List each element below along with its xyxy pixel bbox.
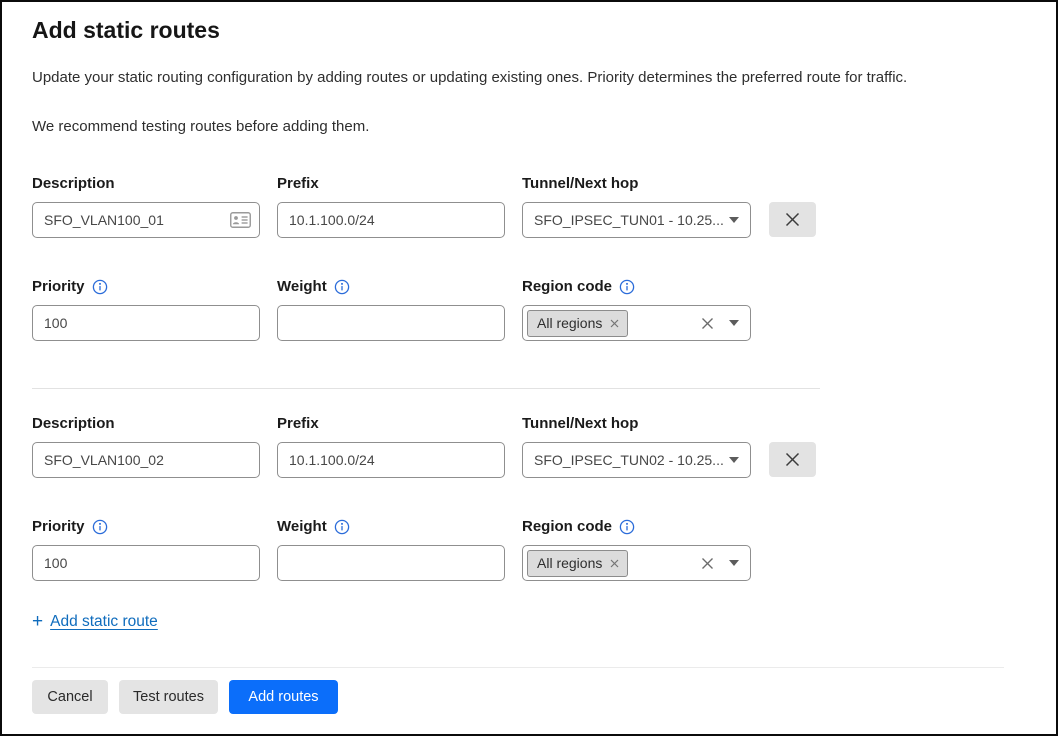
chevron-down-icon [729, 320, 739, 326]
priority-label: Priority [32, 278, 85, 296]
remove-route-button[interactable] [769, 442, 816, 477]
intro-text-2: We recommend testing routes before addin… [32, 117, 1026, 136]
footer-actions: Cancel Test routes Add routes [32, 680, 1056, 714]
region-label: Region code [522, 278, 612, 296]
contact-card-icon [230, 212, 251, 228]
clear-selection-icon[interactable] [701, 317, 714, 330]
prefix-label: Prefix [277, 415, 319, 433]
remove-route-button[interactable] [769, 202, 816, 237]
region-multiselect[interactable]: All regions [522, 305, 751, 341]
add-static-route-label: Add static route [50, 613, 158, 631]
priority-input[interactable] [32, 545, 260, 581]
chevron-down-icon [729, 560, 739, 566]
weight-field-group: Weight [277, 278, 505, 341]
page-title: Add static routes [32, 17, 1026, 44]
region-tag-label: All regions [537, 555, 602, 571]
test-routes-button[interactable]: Test routes [119, 680, 218, 714]
region-field-group: Region code All regions [522, 518, 751, 581]
region-tag-chip[interactable]: All regions [527, 310, 628, 337]
region-tag-label: All regions [537, 315, 602, 331]
cancel-button[interactable]: Cancel [32, 680, 108, 714]
info-icon[interactable] [619, 519, 635, 535]
prefix-field-group: Prefix [277, 175, 505, 238]
region-field-group: Region code All regions [522, 278, 751, 341]
description-field-group: Description [32, 415, 260, 478]
tunnel-select[interactable]: SFO_IPSEC_TUN01 - 10.25... [522, 202, 751, 238]
chevron-down-icon [729, 217, 739, 223]
plus-icon: + [32, 612, 43, 631]
close-icon [784, 211, 801, 228]
info-icon[interactable] [619, 279, 635, 295]
tunnel-label: Tunnel/Next hop [522, 175, 638, 193]
info-icon[interactable] [92, 279, 108, 295]
remove-tag-icon[interactable] [610, 559, 619, 568]
intro-text-1: Update your static routing configuration… [32, 68, 1026, 87]
tunnel-select-value: SFO_IPSEC_TUN01 - 10.25... [534, 212, 729, 228]
weight-input[interactable] [277, 545, 505, 581]
tunnel-label: Tunnel/Next hop [522, 415, 638, 433]
region-label: Region code [522, 518, 612, 536]
tunnel-field-group: Tunnel/Next hop SFO_IPSEC_TUN02 - 10.25.… [522, 415, 816, 478]
region-multiselect[interactable]: All regions [522, 545, 751, 581]
add-static-routes-dialog: Add static routes Update your static rou… [0, 0, 1058, 736]
description-input[interactable] [32, 202, 260, 238]
footer-divider [32, 667, 1004, 668]
prefix-field-group: Prefix [277, 415, 505, 478]
region-tag-chip[interactable]: All regions [527, 550, 628, 577]
priority-label: Priority [32, 518, 85, 536]
weight-input[interactable] [277, 305, 505, 341]
tunnel-field-group: Tunnel/Next hop SFO_IPSEC_TUN01 - 10.25.… [522, 175, 816, 238]
description-input[interactable] [32, 442, 260, 478]
route-divider [32, 388, 820, 389]
remove-tag-icon[interactable] [610, 319, 619, 328]
clear-selection-icon[interactable] [701, 557, 714, 570]
priority-input[interactable] [32, 305, 260, 341]
route-group-1: Description [32, 175, 1026, 341]
prefix-input[interactable] [277, 442, 505, 478]
info-icon[interactable] [92, 519, 108, 535]
add-static-route-link[interactable]: + Add static route [32, 612, 158, 631]
priority-field-group: Priority [32, 278, 260, 341]
info-icon[interactable] [334, 279, 350, 295]
description-label: Description [32, 415, 115, 433]
close-icon [784, 451, 801, 468]
weight-label: Weight [277, 278, 327, 296]
weight-label: Weight [277, 518, 327, 536]
chevron-down-icon [729, 457, 739, 463]
route-group-2: Description Prefix Tunnel/Next hop [32, 415, 1026, 581]
description-label: Description [32, 175, 115, 193]
prefix-input[interactable] [277, 202, 505, 238]
info-icon[interactable] [334, 519, 350, 535]
tunnel-select[interactable]: SFO_IPSEC_TUN02 - 10.25... [522, 442, 751, 478]
prefix-label: Prefix [277, 175, 319, 193]
add-routes-button[interactable]: Add routes [229, 680, 338, 714]
priority-field-group: Priority [32, 518, 260, 581]
description-field-group: Description [32, 175, 260, 238]
tunnel-select-value: SFO_IPSEC_TUN02 - 10.25... [534, 452, 729, 468]
weight-field-group: Weight [277, 518, 505, 581]
